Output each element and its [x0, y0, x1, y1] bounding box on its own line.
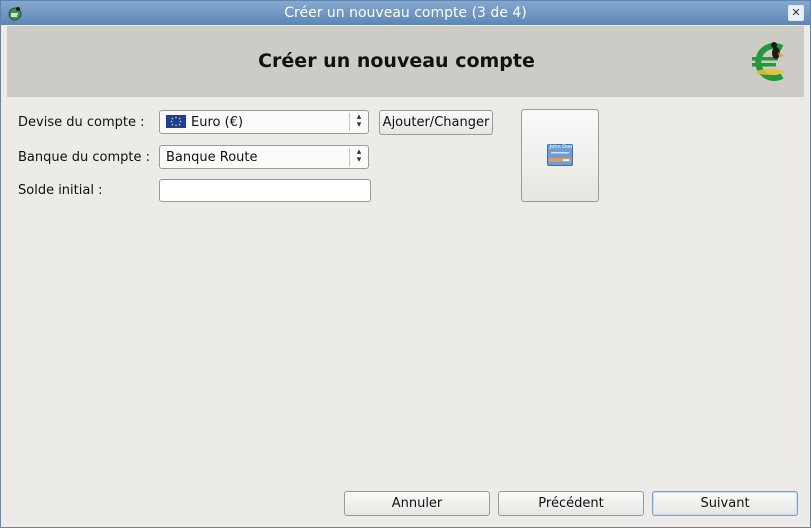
close-button[interactable]: ✕: [788, 5, 804, 21]
currency-combo-value: Euro (€): [166, 115, 243, 130]
page-title: Créer un nouveau compte: [258, 50, 535, 72]
add-change-currency-button[interactable]: Ajouter/Changer: [379, 110, 493, 135]
dialog-window: Créer un nouveau compte (3 de 4) ✕ Créer…: [0, 0, 811, 528]
card-holder-text: John Doe: [549, 144, 573, 150]
cancel-button[interactable]: Annuler: [344, 491, 490, 516]
next-button[interactable]: Suivant: [652, 491, 798, 516]
assistant-header: Créer un nouveau compte: [7, 26, 804, 97]
grisbi-logo-icon: [752, 42, 784, 81]
close-icon: ✕: [791, 6, 801, 19]
updown-chevron-icon: ▴ ▾: [349, 148, 368, 166]
bank-combo[interactable]: Banque Route ▴ ▾: [159, 145, 369, 169]
eu-flag-icon: [166, 115, 186, 128]
updown-chevron-icon: ▴ ▾: [349, 113, 368, 131]
title-bar[interactable]: Créer un nouveau compte (3 de 4) ✕: [1, 1, 810, 25]
bank-label: Banque du compte :: [18, 150, 150, 165]
bank-combo-value: Banque Route: [166, 150, 258, 165]
currency-label: Devise du compte :: [18, 115, 145, 130]
initial-balance-input[interactable]: [159, 179, 371, 202]
window-title: Créer un nouveau compte (3 de 4): [284, 5, 527, 21]
previous-button[interactable]: Précédent: [498, 491, 644, 516]
currency-value-text: Euro (€): [191, 115, 244, 130]
currency-combo[interactable]: Euro (€) ▴ ▾: [159, 110, 369, 134]
account-icon-button[interactable]: John Doe: [521, 109, 599, 202]
initial-balance-label: Solde initial :: [18, 183, 103, 198]
